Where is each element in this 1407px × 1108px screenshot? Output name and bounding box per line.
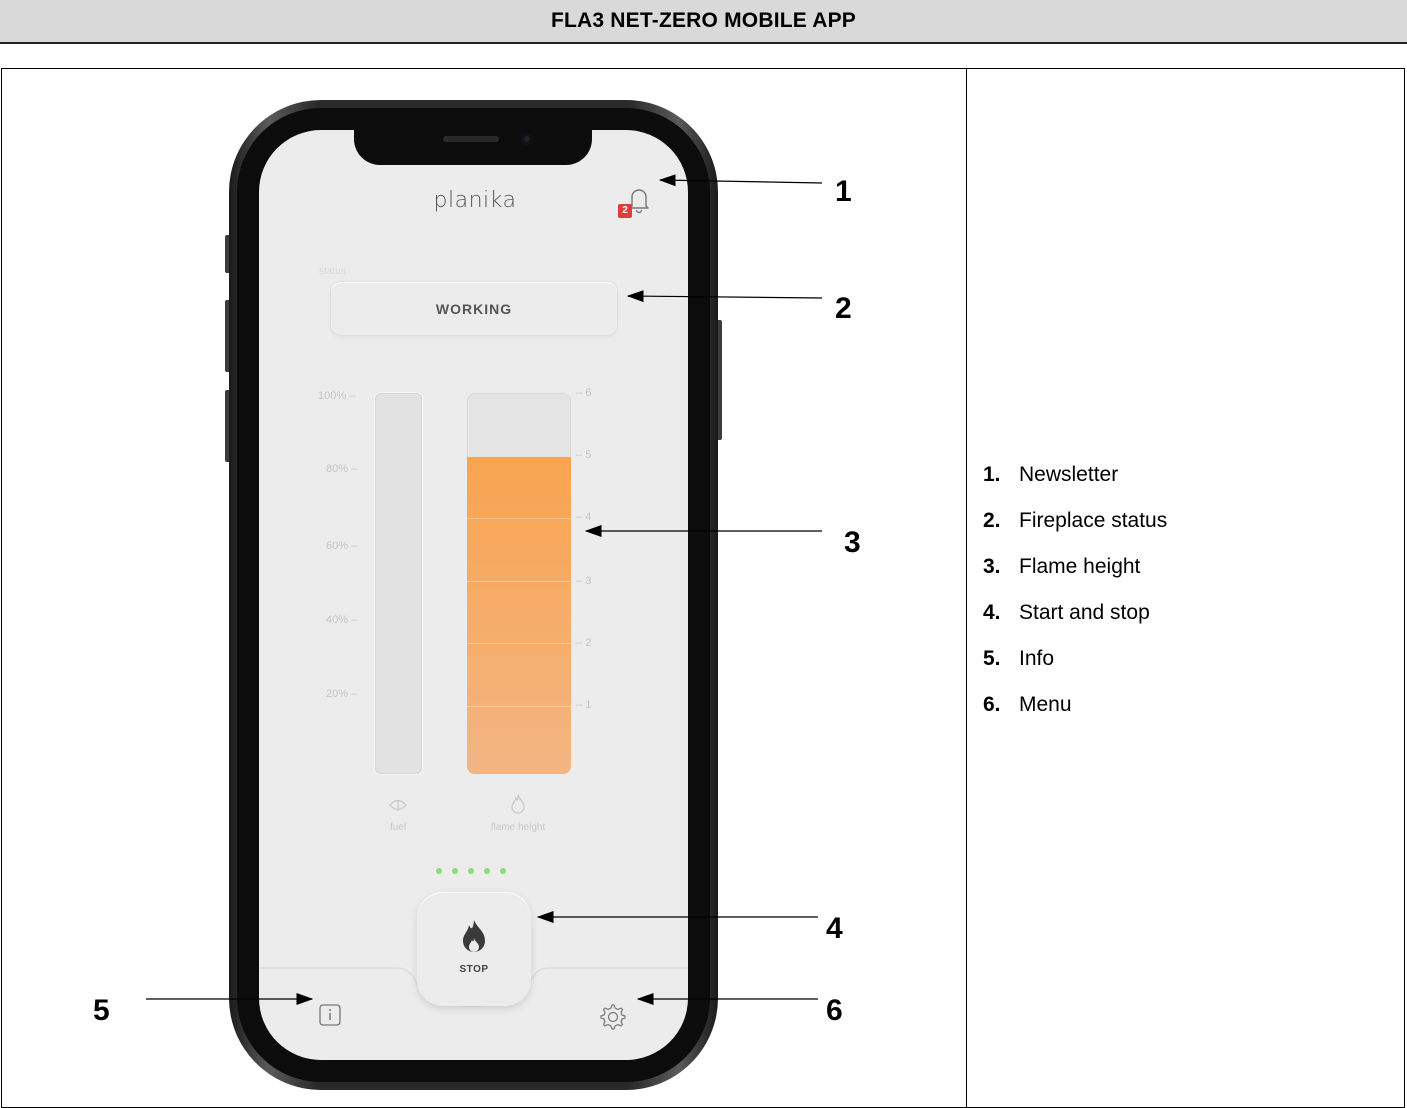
callout-arrows <box>146 174 823 1005</box>
callout-number: 3 <box>844 526 861 559</box>
callout-number: 5 <box>93 994 110 1027</box>
legend-item: 1. Newsletter <box>983 463 1119 486</box>
callout-number: 2 <box>835 292 852 325</box>
legend-item: 4. Start and stop <box>983 601 1150 624</box>
legend-item: 6. Menu <box>983 693 1072 716</box>
callout-number: 4 <box>826 912 843 945</box>
callout-number: 1 <box>835 175 852 208</box>
callout-line-1 <box>658 174 823 187</box>
legend-item: 5. Info <box>983 647 1055 670</box>
legend-item: 3. Flame height <box>983 555 1141 578</box>
callout-number: 6 <box>826 994 843 1027</box>
legend-item: 2. Fireplace status <box>983 509 1168 532</box>
legend-list: 1. Newsletter 2. Fireplace status 3. Flame … <box>983 452 1167 728</box>
callout-line-2 <box>626 290 823 303</box>
